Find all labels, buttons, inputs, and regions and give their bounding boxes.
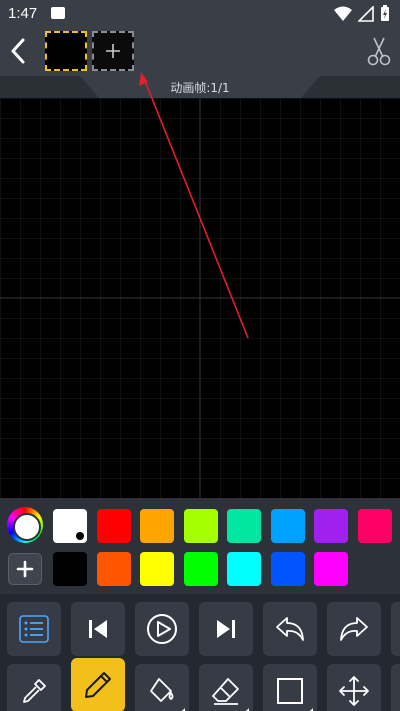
pencil-button[interactable] — [71, 658, 125, 711]
first-frame-button[interactable] — [71, 602, 125, 656]
color-swatch[interactable] — [270, 509, 305, 543]
play-button[interactable] — [135, 602, 189, 656]
color-swatch[interactable] — [227, 509, 261, 543]
color-swatch[interactable] — [96, 509, 131, 543]
undo-icon — [276, 617, 304, 641]
color-swatch[interactable] — [227, 552, 261, 586]
back-arrow-icon — [11, 38, 25, 64]
wifi-icon — [334, 6, 352, 21]
color-swatch[interactable] — [53, 509, 87, 543]
color-swatch[interactable] — [96, 552, 131, 586]
rectangle-button[interactable] — [263, 664, 317, 711]
color-swatch[interactable] — [183, 509, 218, 543]
color-swatch[interactable] — [314, 552, 348, 586]
more-tools-edge[interactable] — [391, 664, 400, 711]
color-swatch[interactable] — [140, 509, 174, 543]
list-icon — [19, 615, 49, 643]
move-icon — [339, 676, 369, 706]
frame-counter-tab: 动画帧:1/1 — [80, 76, 320, 98]
status-bar: 1:47 — [0, 0, 400, 28]
add-color-button[interactable] — [8, 553, 42, 585]
pencil-icon — [85, 672, 111, 698]
status-icons — [334, 5, 390, 22]
eraser-button[interactable] — [199, 664, 253, 711]
redo-icon — [340, 617, 368, 641]
scissors-icon — [367, 37, 391, 66]
frame-counter: 动画帧:1/1 — [170, 81, 230, 95]
signal-icon — [358, 5, 374, 22]
status-time: 1:47 — [8, 5, 38, 22]
add-frame-button[interactable] — [92, 31, 134, 71]
color-swatch[interactable] — [314, 509, 348, 543]
eyedropper-icon — [23, 679, 46, 703]
image-notification-icon — [51, 7, 65, 19]
header — [0, 28, 400, 76]
fill-bucket-button[interactable] — [135, 664, 189, 711]
back-button[interactable] — [6, 34, 30, 68]
color-swatch[interactable] — [183, 552, 218, 586]
eyedropper-button[interactable] — [7, 664, 61, 711]
undo-button[interactable] — [263, 602, 317, 656]
frame-thumbnail-1[interactable] — [45, 31, 87, 71]
fill-bucket-icon — [150, 678, 174, 702]
rectangle-icon — [277, 678, 303, 704]
selected-dot — [76, 532, 84, 540]
drawing-canvas[interactable] — [0, 98, 400, 498]
more-tools-edge[interactable] — [391, 602, 400, 656]
toolbar — [0, 594, 400, 711]
color-swatch[interactable] — [357, 509, 392, 543]
skip-start-icon — [89, 620, 107, 638]
color-swatch[interactable] — [270, 552, 305, 586]
move-button[interactable] — [327, 664, 381, 711]
color-palette — [0, 498, 400, 594]
color-wheel-button[interactable] — [7, 507, 43, 543]
plus-icon — [16, 560, 34, 578]
color-swatch[interactable] — [140, 552, 174, 586]
play-icon — [147, 614, 177, 644]
plus-icon — [106, 44, 120, 58]
last-frame-button[interactable] — [199, 602, 253, 656]
eraser-icon — [212, 678, 239, 705]
skip-end-icon — [217, 620, 235, 638]
battery-icon — [381, 5, 389, 21]
color-swatch[interactable] — [53, 552, 87, 586]
redo-button[interactable] — [327, 602, 381, 656]
frames-list-button[interactable] — [7, 602, 61, 656]
scissors-button[interactable] — [366, 36, 392, 66]
canvas-grid — [0, 98, 400, 498]
